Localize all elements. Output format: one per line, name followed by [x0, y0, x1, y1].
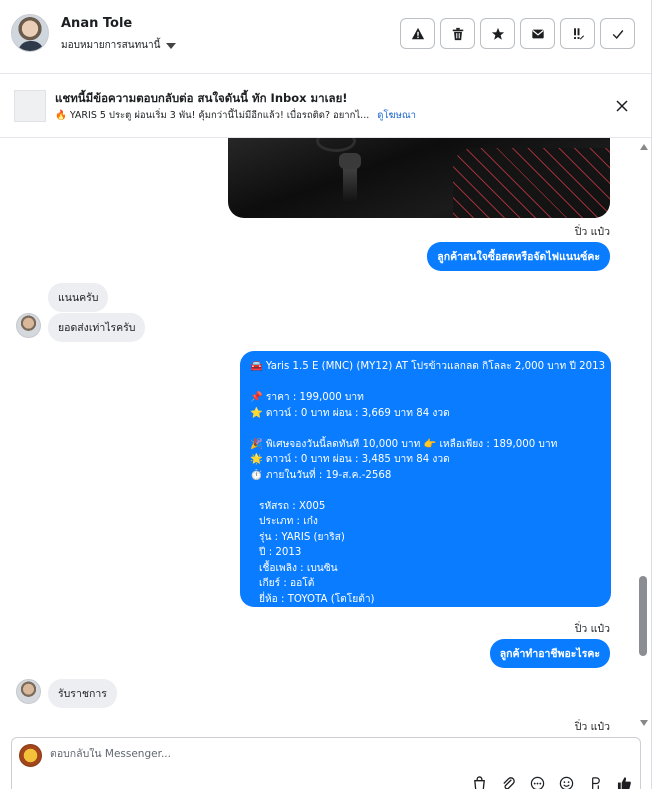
listing-deadline: ⏱️ ภายในวันที่ : 19-ส.ค.-2568: [250, 469, 392, 481]
contact-avatar[interactable]: [16, 313, 41, 338]
reply-composer: [11, 737, 641, 789]
car-interior-photo[interactable]: [228, 138, 610, 218]
sender-name: ปิ่ว แป๋ว: [574, 623, 610, 635]
attach-button[interactable]: [501, 776, 516, 789]
scrollbar[interactable]: [636, 138, 651, 736]
assign-dropdown[interactable]: มอบหมายการสนทนานี้: [61, 38, 177, 53]
more-icon: [530, 776, 545, 789]
ad-text: 🔥 YARIS 5 ประตู ผ่อนเริ่ม 3 พัน! คุ้มกว่…: [55, 110, 370, 121]
caret-down-icon: [166, 42, 177, 49]
alert-icon: [411, 27, 424, 39]
scroll-up-icon[interactable]: [640, 144, 648, 150]
listing-message[interactable]: 🚘 Yaris 1.5 E (MNC) (MY12) AT โปรข้าวแลก…: [240, 351, 611, 607]
sender-name: ปิ่ว แป๋ว: [574, 721, 610, 733]
close-icon[interactable]: [614, 98, 630, 114]
listing-brand: ยี่ห้อ : TOYOTA (โตโยต้า): [259, 593, 375, 605]
check-icon: [612, 29, 623, 39]
outgoing-message[interactable]: ลูกค้าทำอาชีพอะไรคะ: [489, 639, 610, 668]
saved-replies-button[interactable]: [472, 776, 487, 789]
thumbs-up-icon: [617, 777, 631, 789]
mark-done-button[interactable]: [600, 18, 635, 49]
notice-body: 🔥 YARIS 5 ประตู ผ่อนเริ่ม 3 พัน! คุ้มกว่…: [55, 108, 416, 123]
listing-gear: เกียร์ : ออโต้: [259, 578, 315, 589]
ad-notice-banner: แชทนี้มีข้อความตอบกลับต่อ สนใจดันนี้ ทัก…: [0, 74, 651, 138]
photo-detail: [316, 138, 356, 152]
incoming-message[interactable]: รับราชการ: [48, 679, 117, 708]
more-options-button[interactable]: [530, 776, 545, 789]
trash-icon: [452, 27, 463, 40]
delete-button[interactable]: [440, 18, 475, 49]
star-button[interactable]: [480, 18, 515, 49]
page-avatar: [19, 744, 42, 767]
conversation-header: Anan Tole มอบหมายการสนทนานี้: [0, 0, 651, 74]
reply-input[interactable]: [50, 748, 550, 760]
listing-down-payment-special: 🌟 ดาวน์ : 0 บาท ผ่อน : 3,485 บาท 84 งวด: [250, 454, 450, 465]
view-ad-link[interactable]: ดูโฆษณา: [377, 108, 416, 123]
contact-name[interactable]: Anan Tole: [61, 16, 132, 31]
listing-year: ปี : 2013: [259, 547, 302, 558]
assign-label: มอบหมายการสนทนานี้: [61, 40, 161, 51]
photo-detail: [453, 148, 610, 218]
ad-thumbnail: [14, 90, 46, 122]
envelope-icon: [531, 29, 544, 38]
emoji-icon: [559, 776, 574, 789]
listing-special-offer: 🎉 พิเศษจองวันนี้ลดทันที 10,000 บาท 👉 เหล…: [250, 438, 558, 450]
header-actions: [400, 18, 635, 49]
incoming-message[interactable]: แนนครับ: [48, 283, 109, 312]
mark-unread-button[interactable]: [520, 18, 555, 49]
emoji-button[interactable]: [559, 776, 574, 789]
listing-price: 📌 ราคา : 199,000 บาท: [250, 392, 364, 403]
listing-title: 🚘 Yaris 1.5 E (MNC) (MY12) AT โปรข้าวแลก…: [250, 361, 606, 372]
text-format-icon: [592, 777, 600, 789]
message-thread: ปิ่ว แป๋ว ลูกค้าสนใจซื้อสดหรือจัดไฟแนนซ์…: [0, 138, 636, 736]
sender-name: ปิ่ว แป๋ว: [574, 226, 610, 238]
follow-up-button[interactable]: [560, 18, 595, 49]
like-button[interactable]: [617, 776, 632, 789]
text-format-button[interactable]: [588, 776, 603, 789]
mark-spam-button[interactable]: [400, 18, 435, 49]
star-icon: [491, 27, 504, 40]
listing-type: ประเภท : เก๋ง: [259, 516, 318, 527]
listing-code: รหัสรถ : X005: [259, 500, 326, 512]
paperclip-icon: [503, 777, 515, 789]
bag-icon: [474, 776, 485, 789]
incoming-message[interactable]: ยอดส่งเท่าไรครับ: [48, 313, 146, 342]
composer-tools: [472, 776, 632, 789]
notice-title: แชทนี้มีข้อความตอบกลับต่อ สนใจดันนี้ ทัก…: [55, 91, 348, 105]
listing-model: รุ่น : YARIS (ยาริส): [259, 531, 345, 543]
follow-up-icon: [573, 27, 584, 40]
scroll-thumb[interactable]: [639, 576, 647, 656]
conversation-panel: Anan Tole มอบหมายการสนทนานี้ แชทนี้มีข้อ…: [0, 0, 652, 789]
scroll-down-icon[interactable]: [640, 720, 648, 726]
outgoing-message[interactable]: ลูกค้าสนใจซื้อสดหรือจัดไฟแนนซ์คะ: [427, 242, 610, 271]
listing-fuel: เชื้อเพลิง : เบนซิน: [259, 562, 338, 574]
listing-down-payment: ⭐ ดาวน์ : 0 บาท ผ่อน : 3,669 บาท 84 งวด: [250, 407, 450, 419]
photo-detail: [339, 153, 361, 203]
contact-avatar[interactable]: [16, 679, 41, 704]
avatar[interactable]: [11, 14, 49, 52]
